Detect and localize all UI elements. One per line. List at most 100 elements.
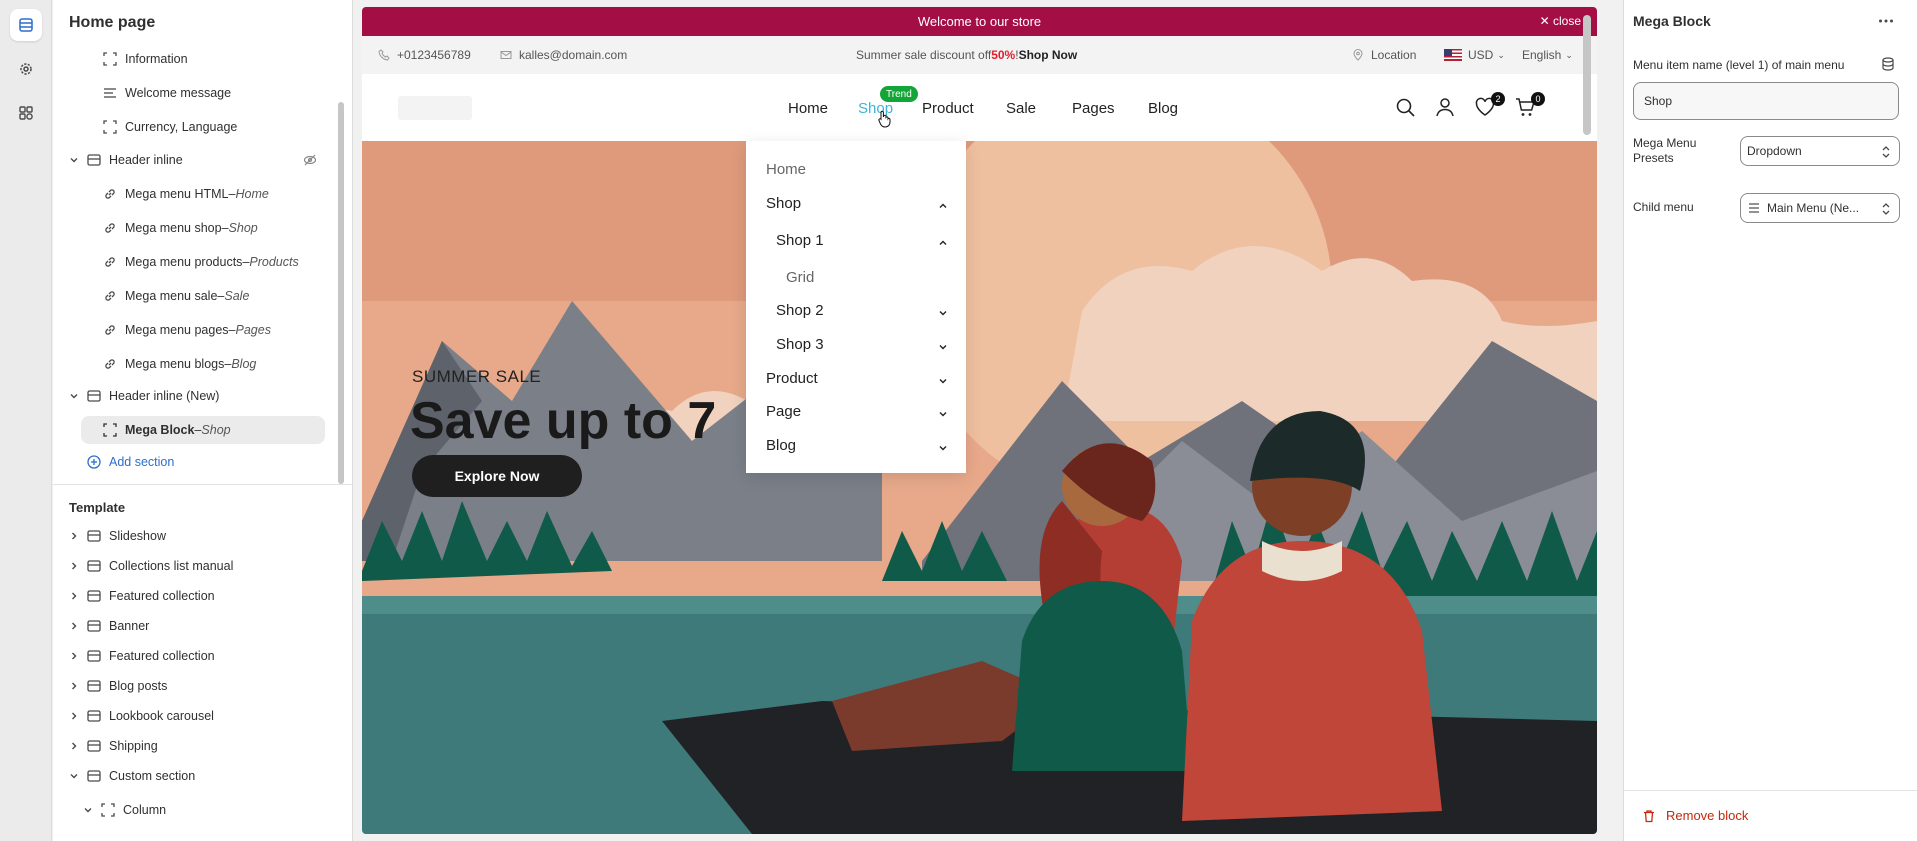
eye-hidden-icon[interactable] (303, 153, 317, 167)
chevron-right-icon[interactable] (69, 591, 79, 601)
hero-title: Save up to 7 (410, 392, 717, 450)
chevron-down-icon[interactable] (83, 805, 93, 815)
chevron-right-icon[interactable] (69, 711, 79, 721)
currency-selector[interactable]: USD ⌄ (1444, 48, 1505, 62)
promo-prefix: Summer sale discount off (856, 48, 992, 62)
dropdown-item[interactable]: Product (746, 361, 966, 395)
remove-block-button[interactable]: Remove block (1642, 808, 1748, 823)
shop-now-link[interactable]: Shop Now (1019, 48, 1078, 62)
chevron-down-icon[interactable] (938, 339, 948, 350)
tree-item-mega-menu-pages[interactable]: Mega menu pages – Pages (103, 316, 271, 344)
cart-count-badge: 0 (1531, 92, 1545, 106)
add-section-button[interactable]: Add section (87, 448, 174, 476)
nav-sale[interactable]: Sale (1006, 100, 1036, 117)
explore-now-button[interactable]: Explore Now (412, 455, 582, 497)
chevron-right-icon[interactable] (69, 741, 79, 751)
tree-item-mega-menu-home[interactable]: Mega menu HTML – Home (103, 180, 269, 208)
hero-slideshow[interactable]: SUMMER SALE Save up to 7 Explore Now (362, 141, 1597, 834)
announcement-text: Welcome to our store (917, 14, 1042, 29)
tree-item-information[interactable]: Information (103, 45, 188, 73)
template-section-item[interactable]: Slideshow (69, 522, 166, 550)
menu-item-name-input[interactable]: Shop (1633, 82, 1899, 120)
tree-item-mega-block-selected[interactable]: Mega Block – Shop (81, 416, 325, 444)
template-section-item[interactable]: Lookbook carousel (69, 702, 214, 730)
separator: – (228, 323, 236, 337)
more-options-icon[interactable] (1877, 12, 1895, 30)
store-logo[interactable] (398, 96, 472, 120)
chevron-down-icon[interactable] (69, 771, 79, 781)
chevron-right-icon[interactable] (69, 531, 79, 541)
chevron-right-icon[interactable] (69, 621, 79, 631)
dropdown-item[interactable]: Shop 1 (746, 223, 966, 257)
tree-item-mega-menu-sale[interactable]: Mega menu sale – Sale (103, 282, 249, 310)
chevron-down-icon[interactable] (938, 373, 948, 384)
tree-item-mega-menu-blogs[interactable]: Mega menu blogs – Blog (103, 350, 256, 378)
chevron-up-icon[interactable] (938, 235, 948, 245)
dropdown-item[interactable]: Shop 2 (746, 293, 966, 327)
tree-item-label: Mega menu products (125, 255, 243, 269)
template-section-item[interactable]: Featured collection (69, 582, 215, 610)
chevron-down-icon[interactable] (69, 391, 79, 401)
dropdown-item[interactable]: Page (746, 394, 966, 428)
chevron-down-icon[interactable] (938, 440, 948, 451)
chevron-up-icon[interactable] (938, 198, 948, 208)
tree-item-label: Mega menu shop (125, 221, 222, 235)
info-bar: +0123456789 kalles@domain.com Summer sal… (362, 36, 1597, 74)
template-section-item[interactable]: Banner (69, 612, 149, 640)
account-icon[interactable] (1434, 96, 1456, 118)
chevron-down-icon[interactable] (69, 155, 79, 165)
mega-menu-presets-select[interactable]: Dropdown (1740, 136, 1900, 166)
chevron-down-icon[interactable] (938, 406, 948, 417)
template-section-item[interactable]: Custom section (69, 762, 195, 790)
template-section-item[interactable]: Shipping (69, 732, 158, 760)
tree-item-mega-menu-products[interactable]: Mega menu products – Products (103, 248, 299, 276)
dropdown-item[interactable]: Shop 3 (746, 327, 966, 361)
tree-item-currency-language[interactable]: Currency, Language (103, 113, 237, 141)
tree-item-welcome-message[interactable]: Welcome message (103, 79, 231, 107)
nav-blog[interactable]: Blog (1148, 100, 1178, 117)
shop-mega-dropdown: Home Shop Shop 1 Grid Shop 2 Shop 3 Product Pag… (746, 141, 966, 473)
tree-item-column[interactable]: Column (83, 796, 166, 824)
nav-home[interactable]: Home (788, 100, 828, 117)
dropdown-item[interactable]: Grid (746, 260, 966, 294)
dropdown-item[interactable]: Blog (746, 428, 966, 462)
dropdown-item[interactable]: Shop (746, 186, 966, 220)
nav-product[interactable]: Product (922, 100, 974, 117)
section-icon (87, 153, 101, 167)
phone-icon (378, 49, 390, 61)
chevron-right-icon[interactable] (69, 561, 79, 571)
settings-gear-icon[interactable] (10, 53, 42, 85)
phone[interactable]: +0123456789 (378, 48, 471, 62)
language-selector[interactable]: English ⌄ (1522, 48, 1573, 62)
template-section-item[interactable]: Featured collection (69, 642, 215, 670)
dynamic-source-database-icon[interactable] (1881, 57, 1895, 71)
announcement-close[interactable]: ✕ close (1540, 14, 1581, 28)
nav-pages[interactable]: Pages (1072, 100, 1115, 117)
template-section-label: Featured collection (109, 649, 215, 663)
tree-item-mega-menu-shop[interactable]: Mega menu shop – Shop (103, 214, 258, 242)
sections-icon[interactable] (10, 9, 42, 41)
chevron-down-icon[interactable] (938, 305, 948, 316)
child-menu-value: Main Menu (Ne... (1767, 201, 1860, 215)
email[interactable]: kalles@domain.com (500, 48, 627, 62)
store-preview[interactable]: Welcome to our store ✕ close +0123456789… (362, 7, 1597, 834)
dropdown-item[interactable]: Home (746, 152, 966, 186)
section-icon (87, 739, 101, 753)
apps-icon[interactable] (10, 97, 42, 129)
location-text: Location (1371, 48, 1417, 62)
search-icon[interactable] (1394, 96, 1416, 118)
chevron-right-icon[interactable] (69, 651, 79, 661)
tree-section-header-inline-new[interactable]: Header inline (New) (69, 382, 219, 410)
child-menu-select[interactable]: Main Menu (Ne... (1740, 193, 1900, 223)
link-icon (103, 357, 117, 371)
tree-section-header-inline[interactable]: Header inline (69, 146, 345, 174)
slideshow-icon (87, 529, 101, 543)
template-section-item[interactable]: Blog posts (69, 672, 167, 700)
preview-scrollbar[interactable] (1583, 15, 1591, 135)
tree-item-label: Header inline (109, 153, 183, 167)
divider (53, 484, 352, 485)
link-icon (103, 187, 117, 201)
template-section-item[interactable]: Collections list manual (69, 552, 233, 580)
location[interactable]: Location (1352, 48, 1416, 62)
chevron-right-icon[interactable] (69, 681, 79, 691)
